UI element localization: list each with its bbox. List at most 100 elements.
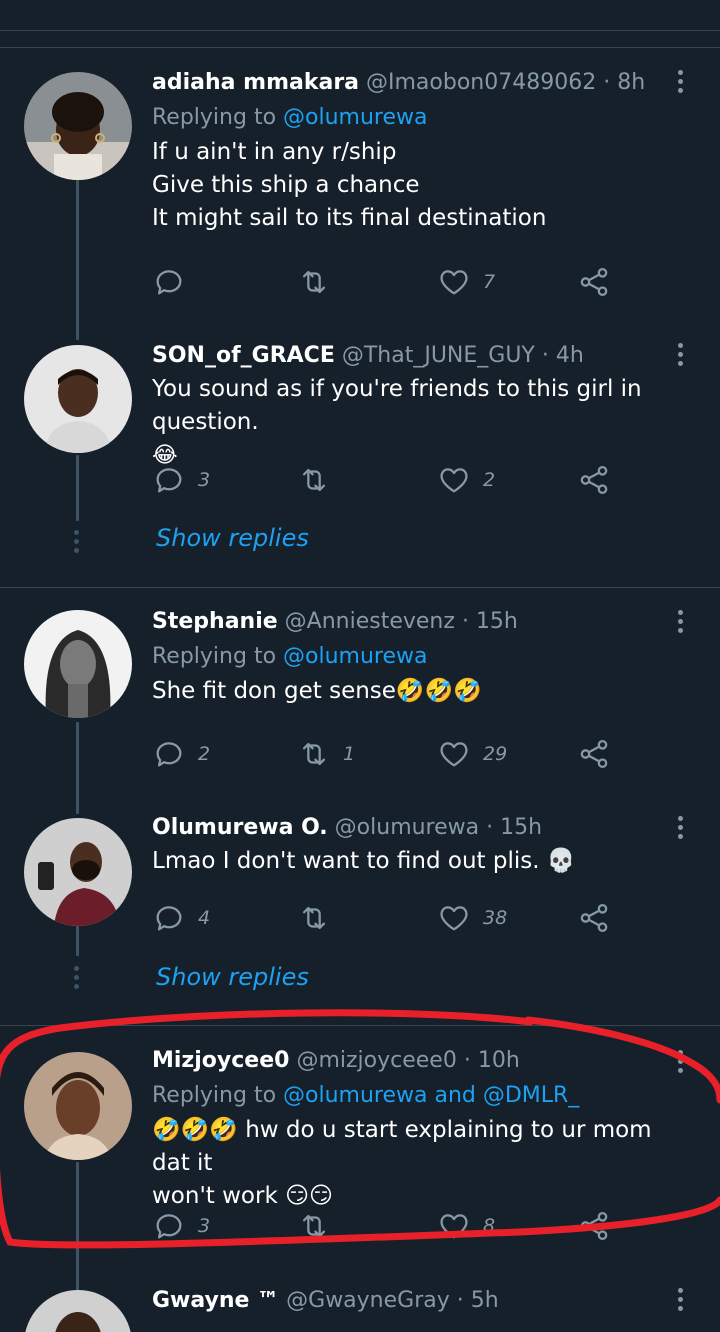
avatar-image — [24, 1052, 132, 1160]
separator: · — [463, 1048, 471, 1073]
thread-line-2 — [76, 455, 79, 521]
more-icon[interactable] — [674, 343, 686, 366]
retweet-button[interactable] — [297, 262, 343, 302]
tweet-text: You sound as if you're friends to this g… — [152, 373, 664, 472]
avatar[interactable] — [24, 72, 132, 180]
share-icon — [580, 739, 608, 769]
avatar[interactable] — [24, 1052, 132, 1160]
replying-mention[interactable]: @olumurewa — [283, 105, 427, 130]
avatar[interactable] — [24, 345, 132, 453]
replying-to: Replying to @olumurewa and @DMLR_ — [152, 1080, 664, 1112]
like-button[interactable]: 38 — [437, 898, 507, 938]
reply-button[interactable]: 4 — [152, 898, 210, 938]
avatar-image — [24, 345, 132, 453]
user-handle[interactable]: @Anniestevenz — [285, 609, 455, 634]
like-button[interactable]: 8 — [437, 1206, 495, 1246]
separator: · — [486, 815, 494, 840]
like-icon — [440, 468, 468, 493]
top-divider — [0, 30, 720, 31]
reply-icon — [156, 270, 182, 295]
replying-prefix: Replying to — [152, 105, 277, 130]
separator: · — [541, 343, 549, 368]
tweet-text: Lmao I don't want to find out plis. 💀 — [152, 845, 664, 878]
retweet-icon — [302, 906, 326, 930]
like-icon — [440, 906, 468, 931]
display-name[interactable]: SON_of_GRACE — [152, 343, 335, 368]
reply-icon — [156, 1214, 182, 1239]
retweet-icon — [302, 270, 326, 294]
display-name[interactable]: Olumurewa O. — [152, 815, 328, 840]
user-handle[interactable]: @olumurewa — [335, 815, 479, 840]
action-bar: 3 8 — [152, 1206, 622, 1246]
like-count: 2 — [483, 469, 496, 491]
retweet-button[interactable] — [297, 460, 343, 500]
replying-prefix: Replying to — [152, 1083, 277, 1108]
retweet-button[interactable]: 1 — [297, 734, 355, 774]
replying-mention[interactable]: @olumurewa and @DMLR_ — [283, 1083, 579, 1108]
user-handle[interactable]: @GwayneGray — [286, 1288, 450, 1313]
timestamp[interactable]: 15h — [500, 815, 542, 840]
separator: · — [456, 1288, 464, 1313]
more-icon[interactable] — [674, 610, 686, 633]
avatar[interactable] — [24, 818, 132, 926]
avatar-image — [24, 72, 132, 180]
share-icon — [580, 903, 608, 933]
display-name[interactable]: Stephanie — [152, 609, 278, 634]
show-replies-link[interactable]: Show replies — [156, 963, 309, 991]
more-icon[interactable] — [674, 816, 686, 839]
like-count: 7 — [483, 271, 496, 293]
timestamp[interactable]: 4h — [556, 343, 584, 368]
action-bar: 7 — [152, 262, 622, 302]
timestamp[interactable]: 5h — [471, 1288, 499, 1313]
reply-count: 2 — [198, 743, 211, 765]
like-count: 8 — [483, 1215, 496, 1237]
separator: · — [461, 609, 469, 634]
tweet-line: It might sail to its final destination — [152, 205, 547, 231]
reply-button[interactable]: 3 — [152, 1206, 210, 1246]
show-replies-link[interactable]: Show replies — [156, 524, 309, 552]
reply-icon — [156, 742, 182, 767]
more-icon[interactable] — [674, 1288, 686, 1311]
tweet-line: If u ain't in any r/ship — [152, 139, 397, 165]
replying-mention[interactable]: @olumurewa — [283, 644, 427, 669]
tweet-line: You sound as if you're friends to this g… — [152, 376, 642, 435]
share-button[interactable] — [577, 734, 611, 774]
timestamp[interactable]: 8h — [617, 70, 645, 95]
like-button[interactable]: 7 — [437, 262, 495, 302]
avatar[interactable] — [24, 1290, 132, 1332]
display-name[interactable]: adiaha mmakara — [152, 70, 359, 95]
action-bar: 2 1 29 — [152, 734, 622, 774]
section-divider-2 — [0, 1025, 720, 1026]
more-icon[interactable] — [674, 70, 686, 93]
share-button[interactable] — [577, 1206, 611, 1246]
like-button[interactable]: 2 — [437, 460, 495, 500]
reply-count: 3 — [198, 469, 211, 491]
user-handle[interactable]: @mizjoyceee0 — [296, 1048, 456, 1073]
share-button[interactable] — [577, 898, 611, 938]
tweet-header: Olumurewa O. @olumurewa · 15h — [152, 813, 664, 843]
retweet-icon — [302, 468, 326, 492]
share-button[interactable] — [577, 262, 611, 302]
avatar[interactable] — [24, 610, 132, 718]
retweet-button[interactable] — [297, 898, 343, 938]
avatar-image — [24, 1290, 132, 1332]
user-handle[interactable]: @That_JUNE_GUY — [342, 343, 535, 368]
tweet-line: Give this ship a chance — [152, 172, 420, 198]
timestamp[interactable]: 15h — [476, 609, 518, 634]
timestamp[interactable]: 10h — [478, 1048, 520, 1073]
share-icon — [580, 465, 608, 495]
reply-button[interactable] — [152, 262, 198, 302]
tweet-line: 🤣🤣🤣 hw do u start explaining to ur mom d… — [152, 1117, 652, 1176]
more-icon[interactable] — [674, 1050, 686, 1073]
display-name[interactable]: Mizjoycee0 — [152, 1048, 289, 1073]
share-icon — [580, 1211, 608, 1241]
share-button[interactable] — [577, 460, 611, 500]
like-count: 29 — [483, 743, 508, 765]
retweet-button[interactable] — [297, 1206, 343, 1246]
section-divider-1 — [0, 587, 720, 588]
user-handle[interactable]: @Imaobon07489062 — [366, 70, 596, 95]
reply-button[interactable]: 3 — [152, 460, 210, 500]
display-name[interactable]: Gwayne ™ — [152, 1288, 279, 1313]
reply-button[interactable]: 2 — [152, 734, 210, 774]
like-button[interactable]: 29 — [437, 734, 507, 774]
